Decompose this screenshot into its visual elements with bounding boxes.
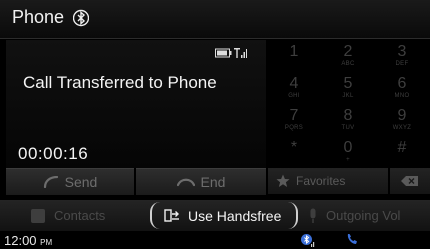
favorites-button[interactable]: Favorites: [268, 168, 388, 194]
phone-end-icon: [176, 178, 195, 187]
star-icon: [276, 174, 290, 187]
end-button[interactable]: End: [136, 168, 266, 195]
status-bar: 12:00 PM: [0, 231, 430, 249]
key-8[interactable]: 8 TUV: [322, 104, 374, 134]
contacts-icon: [31, 208, 45, 223]
dial-keypad: 1 2 ABC 3 DEF 4 GHI 5 JKL 6 MNO 7 PQRS 8 TUV 9W…: [268, 40, 430, 166]
bottom-bar: Contacts Use Handsfree Outgoing Vol: [0, 200, 430, 231]
key-hash[interactable]: #: [376, 136, 428, 166]
contacts-label: Contacts: [54, 208, 106, 223]
send-button[interactable]: Send: [6, 168, 134, 195]
key-3[interactable]: 3 DEF: [376, 40, 428, 70]
outgoing-volume-label: Outgoing Vol: [326, 208, 401, 223]
key-5[interactable]: 5 JKL: [322, 72, 374, 102]
send-label: Send: [64, 174, 98, 190]
backspace-icon: [401, 176, 418, 186]
end-label: End: [200, 174, 226, 190]
phone-status-icon: [347, 234, 357, 244]
title-bar: Phone: [0, 0, 430, 39]
key-4[interactable]: 4 GHI: [268, 72, 320, 102]
favorites-label: Favorites: [296, 174, 346, 188]
call-info-panel: Call Transferred to Phone 00:00:16: [6, 40, 266, 168]
key-9[interactable]: 9 WXYZ: [376, 104, 428, 134]
outgoing-volume-button[interactable]: Outgoing Vol: [308, 200, 400, 231]
contacts-button[interactable]: Contacts: [30, 200, 105, 231]
key-star[interactable]: *: [268, 136, 320, 166]
bluetooth-icon: [73, 9, 89, 27]
call-timer: 00:00:16: [18, 144, 89, 163]
key-0[interactable]: 0 +: [322, 136, 374, 166]
page-title: Phone: [12, 7, 65, 27]
key-6[interactable]: 6 MNO: [376, 72, 428, 102]
bluetooth-status-icon: [301, 234, 315, 247]
signal-battery-icon: [215, 48, 247, 58]
backspace-button[interactable]: [390, 168, 430, 194]
clock: 12:00 PM: [4, 233, 53, 248]
handsfree-label: Use Handsfree: [188, 207, 282, 224]
key-1[interactable]: 1: [268, 40, 320, 70]
key-7[interactable]: 7 PQRS: [268, 104, 320, 134]
call-status-text: Call Transferred to Phone: [23, 73, 217, 92]
microphone-icon: [310, 208, 316, 223]
key-2[interactable]: 2 ABC: [322, 40, 374, 70]
phone-send-icon: [43, 176, 58, 188]
handsfree-icon: [164, 208, 179, 222]
use-handsfree-button[interactable]: Use Handsfree: [150, 202, 298, 229]
